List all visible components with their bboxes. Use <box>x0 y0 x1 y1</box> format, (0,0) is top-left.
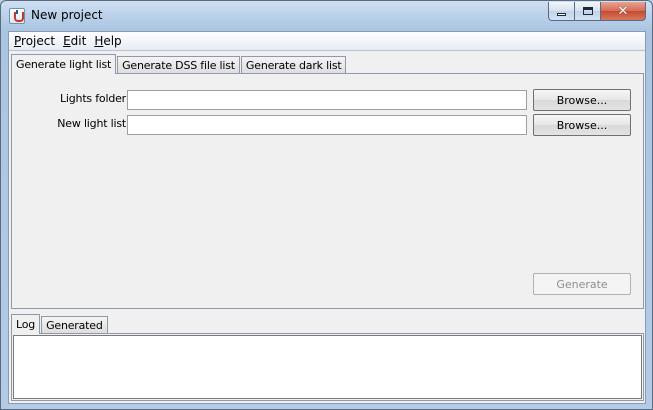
close-icon: ✕ <box>617 3 629 19</box>
client-area: Project Edit Help Generate light list Ge… <box>8 31 646 404</box>
app-window: New project ✕ Project Edit Help Generate… <box>0 0 653 410</box>
menu-edit[interactable]: Edit <box>59 34 90 48</box>
menu-project[interactable]: Project <box>10 34 59 48</box>
title-bar[interactable]: New project ✕ <box>1 1 652 31</box>
new-light-list-row: New light list Browse... <box>12 113 642 136</box>
log-tab-strip: Log Generated <box>11 314 109 334</box>
menu-help-label: elp <box>103 34 122 48</box>
new-light-list-label: New light list <box>57 117 126 130</box>
tab-generated[interactable]: Generated <box>41 316 108 334</box>
menu-help-mnemonic: H <box>94 34 104 48</box>
tab-generate-dark-list[interactable]: Generate dark list <box>240 56 347 74</box>
log-panel <box>11 333 644 401</box>
main-tab-strip: Generate light list Generate DSS file li… <box>11 54 347 74</box>
maximize-button[interactable] <box>575 2 601 21</box>
window-title: New project <box>31 8 103 22</box>
lights-folder-row: Lights folder Browse... <box>12 88 642 111</box>
tab-generate-dss-file-list[interactable]: Generate DSS file list <box>117 56 240 74</box>
new-light-list-input[interactable] <box>127 115 527 135</box>
minimize-icon <box>557 12 566 16</box>
window-controls: ✕ <box>548 2 646 21</box>
lights-folder-input[interactable] <box>127 90 527 110</box>
java-cup-icon <box>9 8 25 24</box>
new-light-list-browse-button[interactable]: Browse... <box>533 114 631 136</box>
lights-folder-browse-button[interactable]: Browse... <box>533 89 631 111</box>
minimize-button[interactable] <box>548 2 575 21</box>
menu-project-label: roject <box>21 34 56 48</box>
log-text-area[interactable] <box>13 335 642 399</box>
menu-edit-mnemonic: E <box>63 34 71 48</box>
menu-bar: Project Edit Help <box>9 32 645 51</box>
close-button[interactable]: ✕ <box>601 2 646 21</box>
menu-edit-label: dit <box>70 34 87 48</box>
menu-project-mnemonic: P <box>14 34 22 48</box>
tab-log[interactable]: Log <box>11 314 41 334</box>
menu-help[interactable]: Help <box>90 34 125 48</box>
maximize-icon <box>582 7 593 15</box>
tab-generate-light-list[interactable]: Generate light list <box>11 54 117 74</box>
generate-button[interactable]: Generate <box>533 273 631 295</box>
lights-folder-label: Lights folder <box>59 92 126 105</box>
light-list-panel: Lights folder Browse... New light list B… <box>11 73 644 309</box>
